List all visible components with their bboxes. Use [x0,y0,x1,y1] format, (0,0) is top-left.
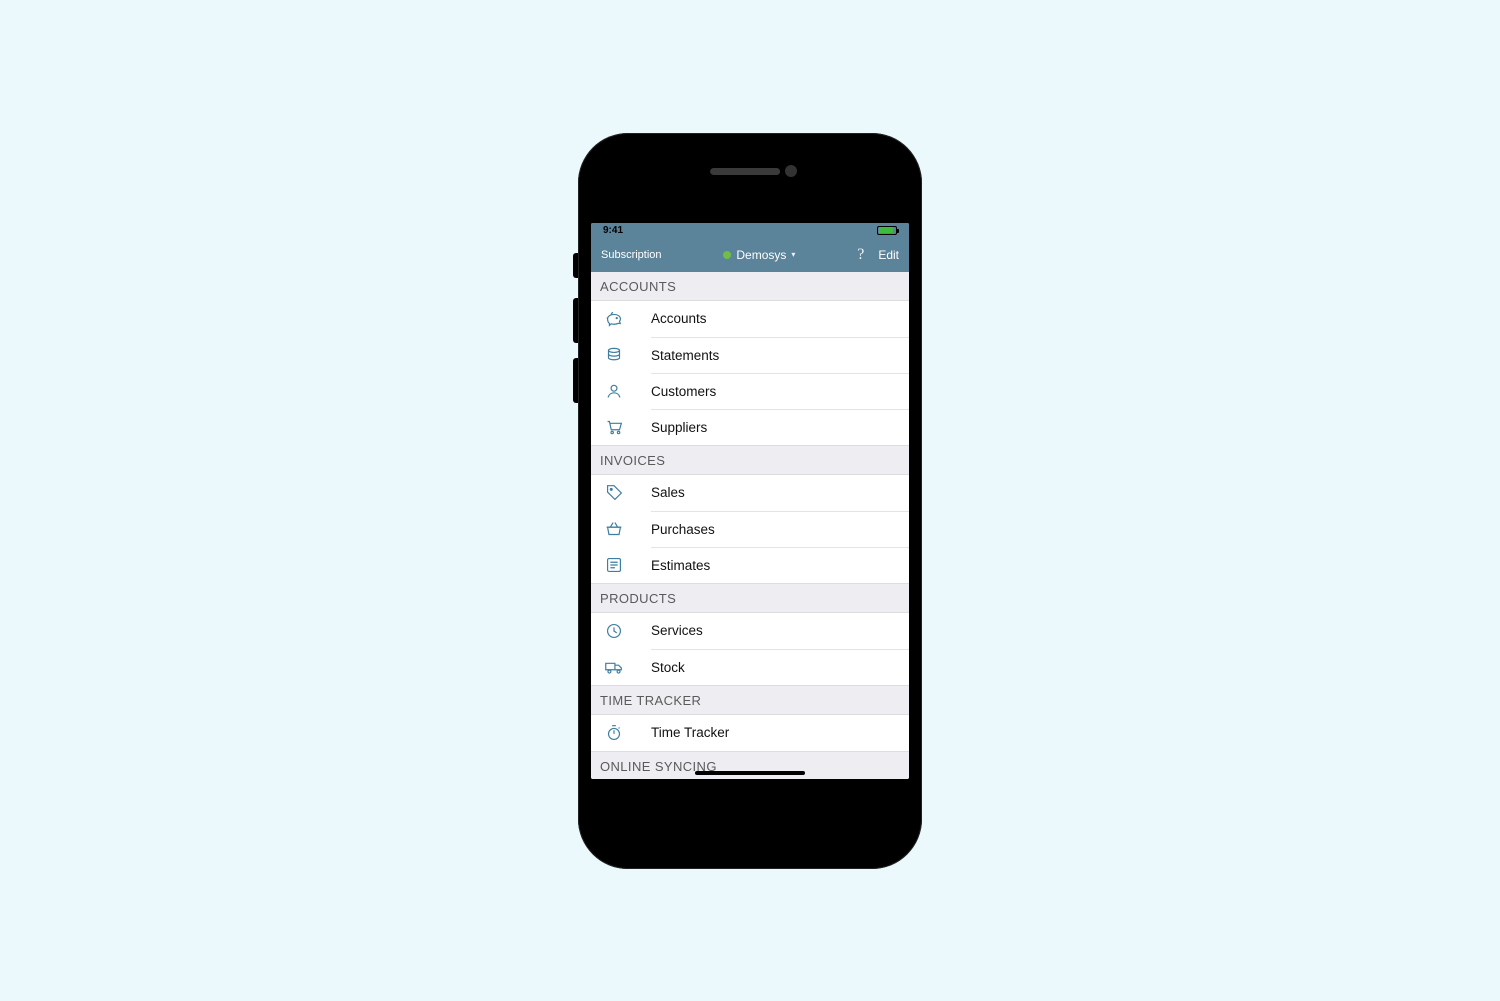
stopwatch-icon [603,722,651,744]
menu-row-customers[interactable]: Customers [591,373,909,409]
phone-speaker-slot [710,168,780,175]
section-header: TIME TRACKER [591,685,909,715]
company-dropdown[interactable]: Demosys ▾ [723,248,795,262]
menu-row-statements[interactable]: Statements [591,337,909,373]
menu-row-label: Statements [651,348,719,363]
person-icon [603,380,651,402]
menu-row-purchases[interactable]: Purchases [591,511,909,547]
cart-icon [603,416,651,438]
section-header: INVOICES [591,445,909,475]
menu-sections: ACCOUNTS Accounts Statements Customers Suppl… [591,272,909,779]
phone-side-switch [573,253,578,278]
menu-row-label: Services [651,623,703,638]
section-header: ACCOUNTS [591,272,909,301]
phone-camera-dot [785,165,797,177]
truck-icon [603,656,651,678]
nav-header: Subscription Demosys ▾ ? Edit [591,238,909,272]
phone-volume-up [573,298,578,343]
basket-icon [603,518,651,540]
menu-row-accounts[interactable]: Accounts [591,301,909,337]
menu-row-label: Suppliers [651,420,707,435]
clock-icon [603,620,651,642]
company-name: Demosys [736,248,786,262]
phone-screen: 9:41 Subscription Demosys ▾ ? Edit ACCOU… [591,223,909,779]
edit-button[interactable]: Edit [878,248,899,262]
menu-row-sales[interactable]: Sales [591,475,909,511]
status-time: 9:41 [603,225,623,236]
piggy-icon [603,308,651,330]
status-indicator-icon [723,251,731,259]
menu-row-label: Purchases [651,522,715,537]
menu-row-time-tracker[interactable]: Time Tracker [591,715,909,751]
menu-row-label: Estimates [651,558,710,573]
subscription-link[interactable]: Subscription [601,249,662,261]
phone-volume-down [573,358,578,403]
estimate-icon [603,554,651,576]
menu-row-label: Sales [651,485,685,500]
help-icon[interactable]: ? [857,246,864,264]
home-indicator [695,771,805,775]
menu-row-label: Stock [651,660,685,675]
menu-row-suppliers[interactable]: Suppliers [591,409,909,445]
battery-icon [877,226,897,235]
menu-row-label: Customers [651,384,716,399]
menu-row-services[interactable]: Services [591,613,909,649]
menu-row-label: Time Tracker [651,725,729,740]
chevron-down-icon: ▾ [791,250,795,259]
tag-icon [603,482,651,504]
stack-icon [603,344,651,366]
menu-row-estimates[interactable]: Estimates [591,547,909,583]
menu-row-stock[interactable]: Stock [591,649,909,685]
menu-row-label: Accounts [651,311,707,326]
section-header: PRODUCTS [591,583,909,613]
status-bar: 9:41 [591,223,909,238]
phone-device-frame: 9:41 Subscription Demosys ▾ ? Edit ACCOU… [578,133,922,869]
